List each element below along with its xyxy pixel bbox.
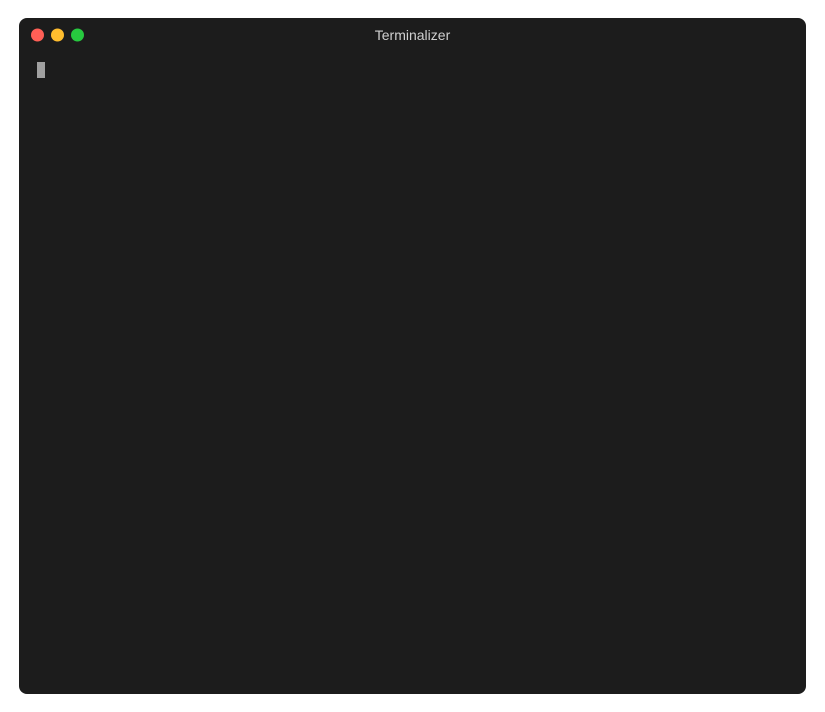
window-title: Terminalizer — [375, 27, 450, 43]
titlebar: Terminalizer — [19, 18, 806, 52]
traffic-lights — [31, 29, 84, 42]
close-button[interactable] — [31, 29, 44, 42]
maximize-button[interactable] — [71, 29, 84, 42]
minimize-button[interactable] — [51, 29, 64, 42]
terminal-body[interactable] — [19, 52, 806, 694]
terminal-window: Terminalizer — [19, 18, 806, 694]
cursor-icon — [37, 62, 45, 78]
